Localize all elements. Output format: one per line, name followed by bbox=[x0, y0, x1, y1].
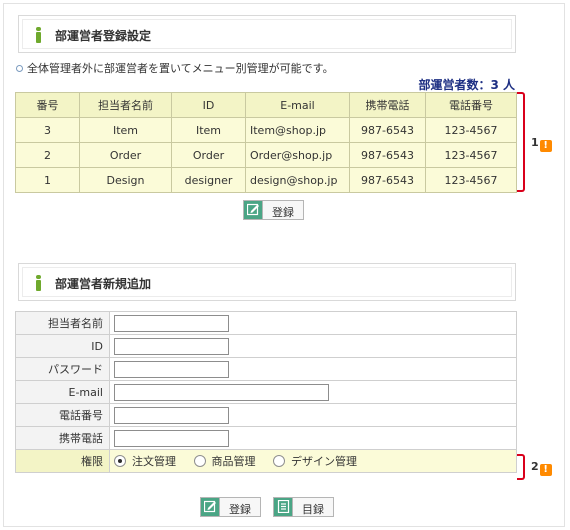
register-label: 登録 bbox=[272, 207, 294, 219]
table-row[interactable]: 1 Design designer design@shop.jp 987-654… bbox=[15, 167, 517, 193]
col-header-mobile: 携帯電話 bbox=[349, 92, 426, 118]
cell-id: Item bbox=[171, 117, 246, 143]
cell-number: 2 bbox=[15, 142, 80, 168]
cell-id: designer bbox=[171, 167, 246, 193]
radio-button[interactable] bbox=[273, 455, 285, 467]
id-label: ID bbox=[15, 334, 110, 358]
annotation-bracket-1 bbox=[517, 92, 525, 192]
list-button[interactable]: 目録 bbox=[273, 497, 334, 517]
perm-option-design[interactable]: デザイン管理 bbox=[273, 453, 357, 469]
col-header-name: 担当者名前 bbox=[79, 92, 172, 118]
cell-id: Order bbox=[171, 142, 246, 168]
info-note: 全体管理者外に部運営者を置いてメニュー別管理が可能です。 bbox=[16, 60, 334, 76]
cell-number: 3 bbox=[15, 117, 80, 143]
email-label: E-mail bbox=[15, 380, 110, 404]
cell-mobile: 987-6543 bbox=[349, 167, 426, 193]
form-row-id: ID bbox=[15, 334, 517, 358]
form-row-phone: 電話番号 bbox=[15, 403, 517, 427]
col-header-email: E-mail bbox=[245, 92, 350, 118]
list-label: 目録 bbox=[302, 504, 324, 516]
cell-mobile: 987-6543 bbox=[349, 117, 426, 143]
perm-option-order[interactable]: 注文管理 bbox=[114, 453, 176, 469]
col-header-number: 番号 bbox=[15, 92, 80, 118]
table-row[interactable]: 3 Item Item Item@shop.jp 987-6543 123-45… bbox=[15, 117, 517, 143]
register-button-bottom[interactable]: 登録 bbox=[200, 497, 261, 517]
cell-phone: 123-4567 bbox=[425, 117, 517, 143]
name-label: 担当者名前 bbox=[15, 311, 110, 335]
annotation-bracket-2 bbox=[517, 454, 525, 480]
register-label: 登録 bbox=[229, 504, 251, 516]
cell-name: Item bbox=[79, 117, 172, 143]
id-input[interactable] bbox=[114, 337, 229, 355]
register-button-top[interactable]: 登録 bbox=[243, 200, 304, 220]
table-row[interactable]: 2 Order Order Order@shop.jp 987-6543 123… bbox=[15, 142, 517, 168]
edit-icon bbox=[244, 201, 263, 219]
info-icon bbox=[36, 275, 41, 291]
name-input[interactable] bbox=[114, 314, 229, 332]
new-operator-form: 担当者名前 ID パスワード E-mail 電話番号 携帯電話 権限 注文管理 … bbox=[15, 311, 517, 473]
cell-name: Design bbox=[79, 167, 172, 193]
password-label: パスワード bbox=[15, 357, 110, 381]
form-row-mobile: 携帯電話 bbox=[15, 426, 517, 450]
bullet-icon bbox=[16, 65, 23, 72]
radio-button[interactable] bbox=[193, 455, 206, 467]
phone-input[interactable] bbox=[114, 406, 229, 424]
cell-email: Item@shop.jp bbox=[245, 117, 350, 143]
section-header-new: 部運営者新規追加 bbox=[18, 263, 516, 301]
form-row-email: E-mail bbox=[15, 380, 517, 404]
section-title: 部運営者新規追加 bbox=[55, 277, 152, 291]
warning-icon: ! bbox=[539, 464, 552, 476]
cell-name: Order bbox=[79, 142, 172, 168]
warning-icon: ! bbox=[539, 140, 552, 152]
table-header-row: 番号 担当者名前 ID E-mail 携帯電話 電話番号 bbox=[15, 92, 517, 118]
form-row-permission: 権限 注文管理 商品管理 デザイン管理 bbox=[15, 449, 517, 473]
perm-option-product[interactable]: 商品管理 bbox=[193, 453, 256, 469]
col-header-id: ID bbox=[171, 92, 246, 118]
form-row-name: 担当者名前 bbox=[15, 311, 517, 335]
phone-label: 電話番号 bbox=[15, 403, 110, 427]
email-input[interactable] bbox=[114, 383, 329, 401]
annotation-marker-2: 2! bbox=[531, 460, 552, 476]
permission-label: 権限 bbox=[15, 449, 110, 473]
cell-email: Order@shop.jp bbox=[245, 142, 350, 168]
cell-number: 1 bbox=[15, 167, 80, 193]
mobile-input[interactable] bbox=[114, 429, 229, 447]
section-title: 部運営者登録設定 bbox=[55, 29, 152, 43]
mobile-label: 携帯電話 bbox=[15, 426, 110, 450]
edit-icon bbox=[201, 498, 220, 516]
list-icon bbox=[274, 498, 293, 516]
cell-mobile: 987-6543 bbox=[349, 142, 426, 168]
note-text: 全体管理者外に部運営者を置いてメニュー別管理が可能です。 bbox=[27, 62, 334, 75]
info-icon bbox=[36, 27, 41, 43]
cell-phone: 123-4567 bbox=[425, 167, 517, 193]
col-header-phone: 電話番号 bbox=[425, 92, 517, 118]
cell-email: design@shop.jp bbox=[245, 167, 350, 193]
annotation-marker-1: 1! bbox=[531, 136, 552, 152]
radio-button-selected[interactable] bbox=[114, 455, 126, 467]
password-input[interactable] bbox=[114, 360, 229, 378]
operator-table: 番号 担当者名前 ID E-mail 携帯電話 電話番号 3 Item Item… bbox=[15, 92, 517, 193]
section-header-registration: 部運営者登録設定 bbox=[18, 15, 516, 53]
operator-count: 部運営者数：3 人 bbox=[418, 78, 515, 92]
cell-phone: 123-4567 bbox=[425, 142, 517, 168]
form-row-password: パスワード bbox=[15, 357, 517, 381]
